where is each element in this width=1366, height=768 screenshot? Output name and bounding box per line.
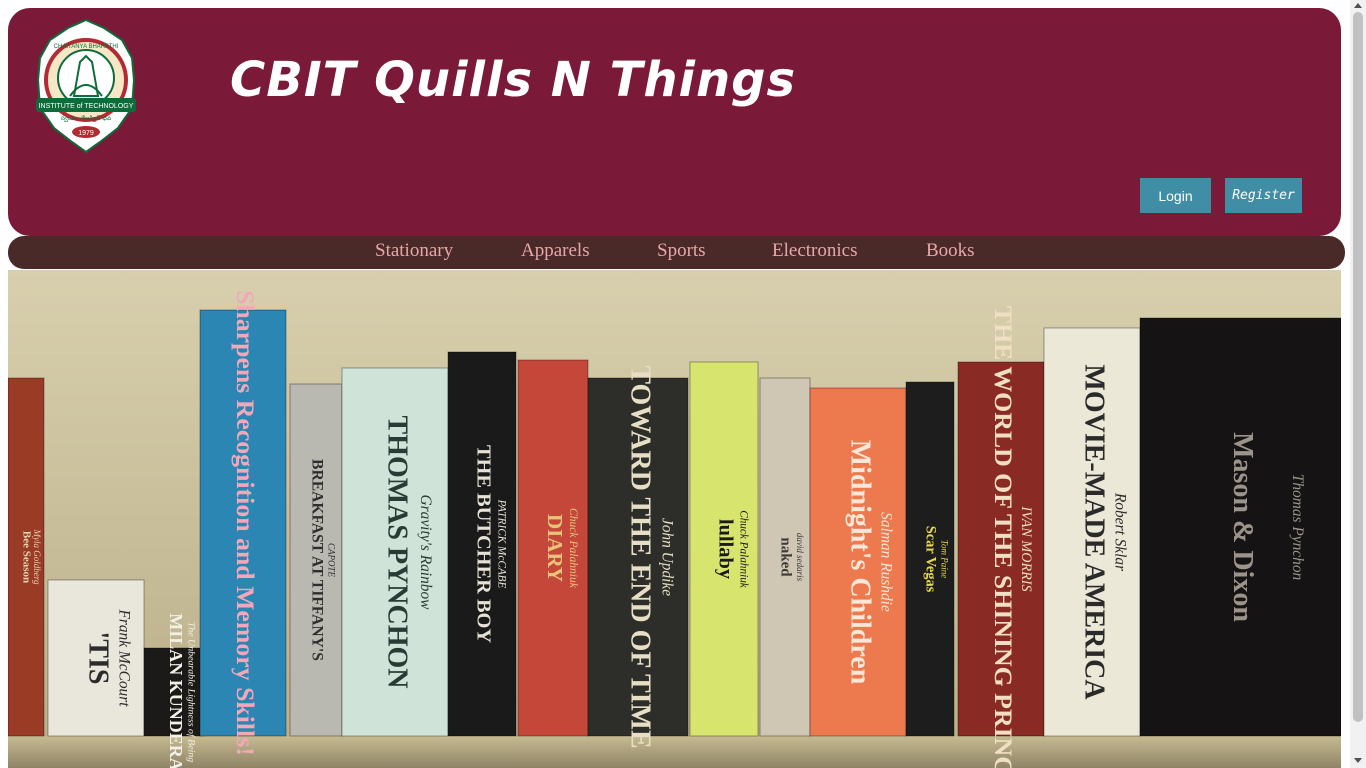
- book-author: Myla Goldberg: [32, 529, 42, 585]
- book-author: Gravity's Rainbow: [417, 495, 434, 611]
- book-author: The Unbearable Lightness of Being: [186, 622, 197, 762]
- book-title: BREAKFAST AT TIFFANY'S: [308, 459, 325, 661]
- book-spine: DIARY Chuck Palahniuk: [517, 359, 589, 737]
- book-author: Salman Rushdie: [877, 512, 894, 612]
- shelf: [8, 736, 1341, 768]
- scroll-up-arrow-icon[interactable]: [1354, 3, 1362, 8]
- book-spine: TOWARD THE END OF TIME John Updike: [587, 365, 689, 749]
- book-title: DIARY: [543, 514, 567, 582]
- nav-item-stationary[interactable]: Stationary: [375, 240, 453, 262]
- book-spine: 'TIS Frank McCourt: [47, 579, 145, 737]
- book-author: Chuck Palahniuk: [567, 508, 579, 589]
- book-title: MILAN KUNDERA: [166, 613, 186, 768]
- logo-top-text: CHAITANYA BHARATHI: [54, 44, 119, 50]
- book-spine: MOVIE-MADE AMERICA Robert Sklar: [1043, 327, 1141, 737]
- book-author: Tom Paine: [939, 540, 949, 578]
- book-title: THE WORLD OF THE SHINING PRINCE: [989, 306, 1018, 768]
- book-author: Chuck Palahniuk: [737, 510, 749, 589]
- book-spine: Bee Season Myla Goldberg: [8, 377, 45, 737]
- book-author: John Updike: [658, 518, 675, 596]
- page: INSTITUTE of TECHNOLOGY స్వయం తేజస్విన్ …: [0, 0, 1366, 768]
- book-spine: Scar Vegas Tom Paine: [905, 381, 955, 737]
- bookshelf-photo: Bee Season Myla Goldberg'TIS Frank McCourt…: [8, 270, 1341, 768]
- login-button[interactable]: Login: [1140, 178, 1211, 213]
- book-author: Thomas Pynchon: [1289, 474, 1306, 581]
- book-spine: Midnight's Children Salman Rushdie: [809, 387, 907, 737]
- book-author: Frank McCourt: [115, 608, 132, 707]
- vertical-scrollbar[interactable]: [1350, 0, 1366, 768]
- book-spine: BREAKFAST AT TIFFANY'S CAPOTE: [289, 383, 343, 737]
- banner-image: Bee Season Myla Goldberg 'TIS Frank McCourt…: [8, 270, 1341, 768]
- book-author: Robert Sklar: [1111, 492, 1128, 572]
- book-spine: THE WORLD OF THE SHINING PRINCE IVAN MORR…: [957, 306, 1045, 768]
- book-title: lullaby: [714, 519, 736, 579]
- register-button[interactable]: Register: [1225, 178, 1302, 213]
- site-header: INSTITUTE of TECHNOLOGY స్వయం తేజస్విన్ …: [8, 8, 1341, 236]
- book-spine: Mason & Dixon Thomas Pynchon: [1139, 317, 1341, 737]
- book-title: Mason & Dixon: [1227, 432, 1258, 622]
- book-title: Midnight's Children: [845, 440, 876, 685]
- logo-inner: [57, 49, 115, 107]
- book-title: naked: [778, 537, 794, 577]
- book-spine: THE BUTCHER BOY PATRICK McCABE: [447, 351, 517, 737]
- scrollbar-thumb[interactable]: [1353, 12, 1363, 722]
- category-nav: Stationary Apparels Sports Electronics B…: [8, 236, 1345, 269]
- nav-item-electronics[interactable]: Electronics: [772, 240, 857, 262]
- book-spine: lullaby Chuck Palahniuk: [689, 361, 759, 737]
- nav-item-books[interactable]: Books: [926, 240, 975, 262]
- book-title: 'TIS: [83, 632, 114, 685]
- book-title: THE BUTCHER BOY: [472, 445, 494, 644]
- logo-ribbon-text: INSTITUTE of TECHNOLOGY: [39, 103, 134, 110]
- scroll-down-arrow-icon[interactable]: [1354, 758, 1362, 763]
- book-title: Bee Season: [20, 531, 32, 583]
- logo-year: 1979: [78, 130, 94, 137]
- nav-item-apparels[interactable]: Apparels: [521, 240, 590, 262]
- book-title: TOWARD THE END OF TIME: [625, 365, 656, 748]
- book-author: CAPOTE: [326, 543, 336, 578]
- college-seal-logo: INSTITUTE of TECHNOLOGY స్వయం తేజస్విన్ …: [36, 18, 136, 154]
- book-title: THOMAS PYNCHON: [382, 416, 413, 689]
- book-author: IVAN MORRIS: [1018, 505, 1034, 591]
- logo-motto: స్వయం తేజస్విన్ భవ: [61, 114, 112, 123]
- book-author: PATRICK McCABE: [495, 499, 507, 589]
- site-title: CBIT Quills N Things: [230, 52, 797, 108]
- book-spine: THOMAS PYNCHON Gravity's Rainbow: [341, 367, 449, 737]
- book-title: Scar Vegas: [923, 526, 939, 593]
- nav-item-sports[interactable]: Sports: [657, 240, 706, 262]
- book-author: david sedaris: [795, 533, 805, 582]
- book-title: Sharpens Recognition and Memory Skills!: [231, 290, 260, 756]
- book-spine: Sharpens Recognition and Memory Skills!: [199, 290, 287, 756]
- book-spine: naked david sedaris: [759, 377, 811, 737]
- book-title: MOVIE-MADE AMERICA: [1079, 364, 1110, 700]
